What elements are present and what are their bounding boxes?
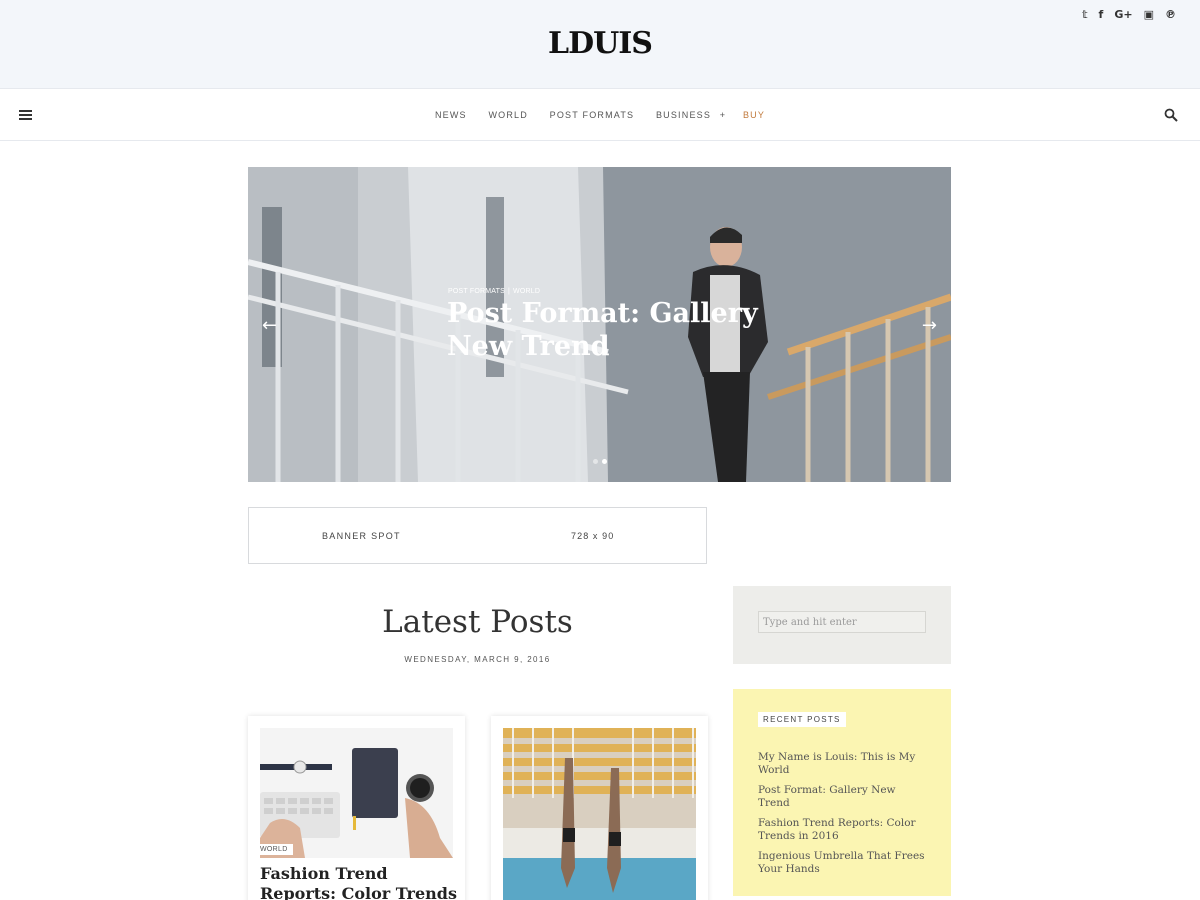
recent-post-link[interactable]: Ingenious Umbrella That Frees Your Hands xyxy=(758,850,928,876)
recent-post-link[interactable]: Post Format: Gallery New Trend xyxy=(758,784,928,810)
hero-categories: POST FORMATS | WORLD xyxy=(448,288,541,295)
nav-item-world[interactable]: WORLD xyxy=(488,110,528,120)
nav-item-post-formats[interactable]: POST FORMATS xyxy=(550,110,635,120)
recent-posts-list: My Name is Louis: This is My World Post … xyxy=(758,751,928,883)
recent-post-link[interactable]: My Name is Louis: This is My World xyxy=(758,751,928,777)
banner-size: 728 x 90 xyxy=(571,531,615,541)
facebook-icon[interactable]: f xyxy=(1099,9,1104,21)
sidebar-search-input[interactable] xyxy=(758,611,926,633)
slider-dot-active[interactable] xyxy=(601,459,607,464)
hero-category-post-formats[interactable]: POST FORMATS xyxy=(448,288,505,295)
nav-item-business[interactable]: BUSINESS xyxy=(656,110,711,120)
search-icon[interactable] xyxy=(1164,108,1178,122)
top-header: LDUIS 𝕥 f G+ ▣ ℗ xyxy=(0,0,1200,88)
sidebar-search-widget xyxy=(733,586,951,664)
nav-item-news[interactable]: NEWS xyxy=(435,110,467,120)
banner-label: BANNER SPOT xyxy=(322,531,401,541)
business-submenu-plus-icon[interactable]: + xyxy=(720,110,726,120)
main-navbar: NEWS WORLD POST FORMATS BUSINESS + BUY xyxy=(0,88,1200,141)
post-card[interactable] xyxy=(491,716,708,900)
arrow-right-icon[interactable]: → xyxy=(922,315,937,336)
post-title[interactable]: Fashion Trend Reports: Color Trends in 2… xyxy=(260,864,460,900)
latest-posts-title: Latest Posts xyxy=(382,604,573,640)
recent-post-link[interactable]: Fashion Trend Reports: Color Trends in 2… xyxy=(758,817,928,843)
nav-item-buy[interactable]: BUY xyxy=(743,110,765,120)
hero-slider[interactable]: POST FORMATS | WORLD Post Format: Gallery … xyxy=(248,167,951,482)
instagram-icon[interactable]: ▣ xyxy=(1144,9,1154,21)
slider-dot[interactable] xyxy=(592,459,598,464)
hero-category-world[interactable]: WORLD xyxy=(513,288,540,295)
hero-title[interactable]: Post Format: Gallery New Trend xyxy=(447,297,767,363)
recent-posts-label: RECENT POSTS xyxy=(758,712,846,727)
banner-spot: BANNER SPOT 728 x 90 xyxy=(248,507,707,564)
post-thumbnail[interactable] xyxy=(503,728,696,900)
pinterest-icon[interactable]: ℗ xyxy=(1165,9,1176,21)
google-plus-icon[interactable]: G+ xyxy=(1114,9,1132,21)
post-category-badge[interactable]: WORLD xyxy=(255,844,293,855)
twitter-icon[interactable]: 𝕥 xyxy=(1082,9,1088,21)
site-logo[interactable]: LDUIS xyxy=(0,26,1200,61)
social-links: 𝕥 f G+ ▣ ℗ xyxy=(1082,9,1176,21)
post-thumbnail[interactable] xyxy=(260,728,453,858)
slider-dots xyxy=(248,451,951,469)
recent-posts-widget: RECENT POSTS My Name is Louis: This is M… xyxy=(733,689,951,896)
latest-posts-date: WEDNESDAY, MARCH 9, 2016 xyxy=(404,655,551,664)
arrow-left-icon[interactable]: ← xyxy=(262,315,277,336)
nav-menu: NEWS WORLD POST FORMATS BUSINESS + BUY xyxy=(0,110,1200,120)
